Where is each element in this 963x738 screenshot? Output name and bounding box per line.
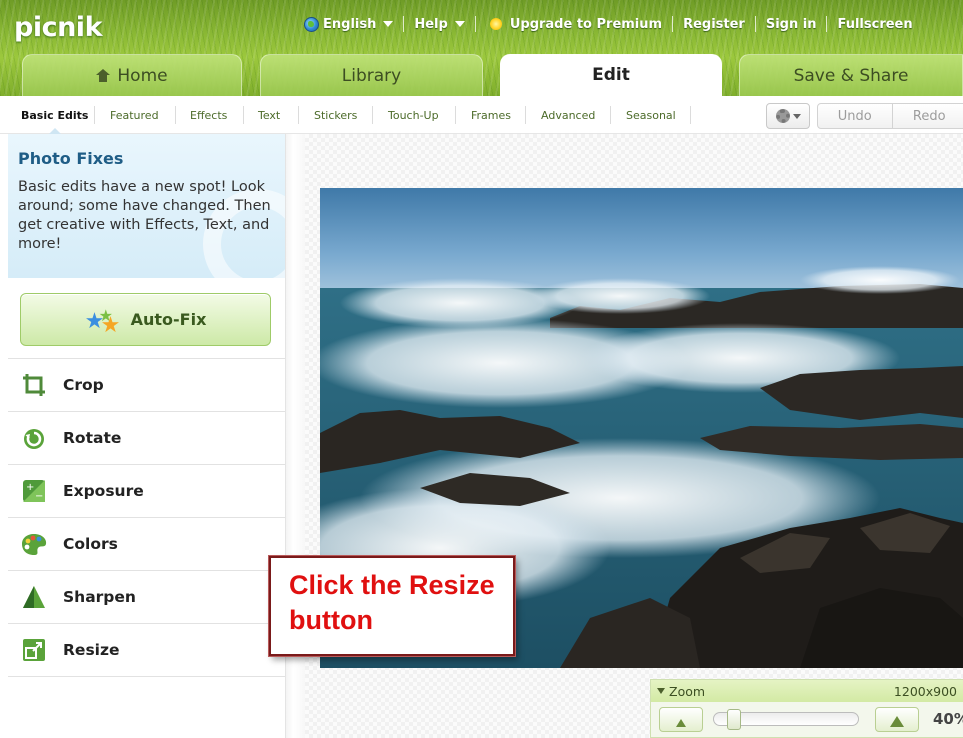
rotate-button[interactable]: Rotate xyxy=(8,412,285,465)
resize-button[interactable]: Resize xyxy=(8,624,285,677)
resize-label: Resize xyxy=(63,641,120,659)
settings-menu-button[interactable] xyxy=(766,103,810,129)
subtab-divider xyxy=(298,106,299,124)
undo-redo-group: Undo Redo xyxy=(817,103,963,129)
chevron-down-icon xyxy=(792,113,801,119)
instruction-callout: Click the Resize button xyxy=(269,556,515,656)
language-menu[interactable]: English xyxy=(294,16,403,32)
register-link[interactable]: Register xyxy=(673,17,755,32)
exposure-label: Exposure xyxy=(63,482,144,500)
zoom-out-button[interactable] xyxy=(659,707,703,732)
subtab-divider xyxy=(175,106,176,124)
collapse-triangle-icon xyxy=(657,688,665,694)
large-mountain-icon xyxy=(890,716,904,727)
sharpen-button[interactable]: Sharpen xyxy=(8,571,285,624)
crop-button[interactable]: Crop xyxy=(8,359,285,412)
sparkle-stars-icon: ★ ★ ★ xyxy=(84,305,121,338)
globe-icon xyxy=(304,16,319,32)
tab-home[interactable]: Home xyxy=(22,54,242,96)
subtab-divider xyxy=(690,106,691,124)
exposure-button[interactable]: + − Exposure xyxy=(8,465,285,518)
tab-library-label: Library xyxy=(341,65,402,86)
sun-icon xyxy=(485,14,506,34)
photo-fixes-info: Photo Fixes Basic edits have a new spot!… xyxy=(8,134,285,278)
subtab-advanced[interactable]: Advanced xyxy=(541,96,595,134)
subtab-divider xyxy=(94,106,95,124)
zoom-header[interactable]: Zoom 1200x900 xyxy=(651,680,963,702)
palette-icon xyxy=(20,530,48,558)
small-mountain-icon xyxy=(676,719,686,727)
zoom-percent: 40% xyxy=(933,710,963,728)
subtab-basic-edits[interactable]: Basic Edits xyxy=(21,96,88,135)
picnik-logo[interactable]: picnik xyxy=(14,12,103,43)
rotate-icon xyxy=(20,424,48,452)
exposure-icon: + − xyxy=(20,477,48,505)
tab-library[interactable]: Library xyxy=(260,54,483,96)
redo-button[interactable]: Redo xyxy=(891,104,963,128)
zoom-slider-thumb[interactable] xyxy=(727,709,741,730)
auto-fix-label: Auto-Fix xyxy=(130,310,207,329)
photo-fixes-description: Basic edits have a new spot! Look around… xyxy=(18,179,271,252)
subtab-touch-up[interactable]: Touch-Up xyxy=(388,96,439,134)
tab-edit-label: Edit xyxy=(592,65,630,85)
subtab-divider xyxy=(610,106,611,124)
zoom-label: Zoom xyxy=(669,683,706,699)
tool-list: Crop Rotate +− Exposure Colors Sharpen xyxy=(8,358,285,677)
zoom-in-button[interactable] xyxy=(875,707,919,732)
subtab-divider xyxy=(525,106,526,124)
crop-label: Crop xyxy=(63,376,104,394)
callout-text: Click the Resize button xyxy=(289,570,495,635)
top-nav: English Help Upgrade to Premium Register… xyxy=(294,14,913,34)
zoom-controls: 40% xyxy=(651,702,963,738)
signin-link[interactable]: Sign in xyxy=(756,17,827,32)
tab-home-label: Home xyxy=(117,65,168,86)
tab-save-share[interactable]: Save & Share xyxy=(739,54,963,96)
subtab-divider xyxy=(243,106,244,124)
resize-icon xyxy=(20,636,48,664)
home-icon xyxy=(96,69,111,82)
svg-text:+: + xyxy=(26,482,34,493)
rotate-label: Rotate xyxy=(63,429,122,447)
subtab-seasonal[interactable]: Seasonal xyxy=(626,96,676,134)
chevron-down-icon xyxy=(383,21,394,27)
colors-label: Colors xyxy=(63,535,118,553)
tab-edit[interactable]: Edit xyxy=(500,54,722,96)
photo-fixes-title: Photo Fixes xyxy=(18,149,124,168)
header: picnik English Help Upgrade to Premium R… xyxy=(0,0,963,96)
subtab-featured[interactable]: Featured xyxy=(110,96,159,134)
crop-icon xyxy=(20,371,48,399)
image-dimensions: 1200x900 xyxy=(893,683,957,699)
fullscreen-link[interactable]: Fullscreen xyxy=(827,17,912,32)
upgrade-link[interactable]: Upgrade to Premium xyxy=(476,14,672,34)
zoom-toggle[interactable]: Zoom xyxy=(657,684,894,699)
sharpen-label: Sharpen xyxy=(63,588,136,606)
zoom-slider[interactable] xyxy=(713,709,859,730)
basic-edits-panel: Photo Fixes Basic edits have a new spot!… xyxy=(8,134,285,738)
subtab-frames[interactable]: Frames xyxy=(471,96,511,134)
zoom-panel: Zoom 1200x900 40% xyxy=(650,679,963,738)
svg-text:−: − xyxy=(35,491,43,502)
help-menu[interactable]: Help xyxy=(404,17,474,32)
tab-save-share-label: Save & Share xyxy=(793,65,909,86)
auto-fix-button[interactable]: ★ ★ ★ Auto-Fix xyxy=(20,293,271,346)
subtab-text[interactable]: Text xyxy=(258,96,280,134)
subtab-effects[interactable]: Effects xyxy=(190,96,227,134)
undo-button[interactable]: Undo xyxy=(818,104,892,128)
subtab-divider xyxy=(372,106,373,124)
gear-icon xyxy=(775,109,790,123)
colors-button[interactable]: Colors xyxy=(8,518,285,571)
subtab-divider xyxy=(455,106,456,124)
upgrade-label: Upgrade to Premium xyxy=(509,16,663,32)
subtab-stickers[interactable]: Stickers xyxy=(314,96,357,134)
chevron-down-icon xyxy=(454,21,465,27)
help-label: Help xyxy=(414,16,448,32)
language-label: English xyxy=(323,16,377,32)
sharpen-icon xyxy=(20,583,48,611)
